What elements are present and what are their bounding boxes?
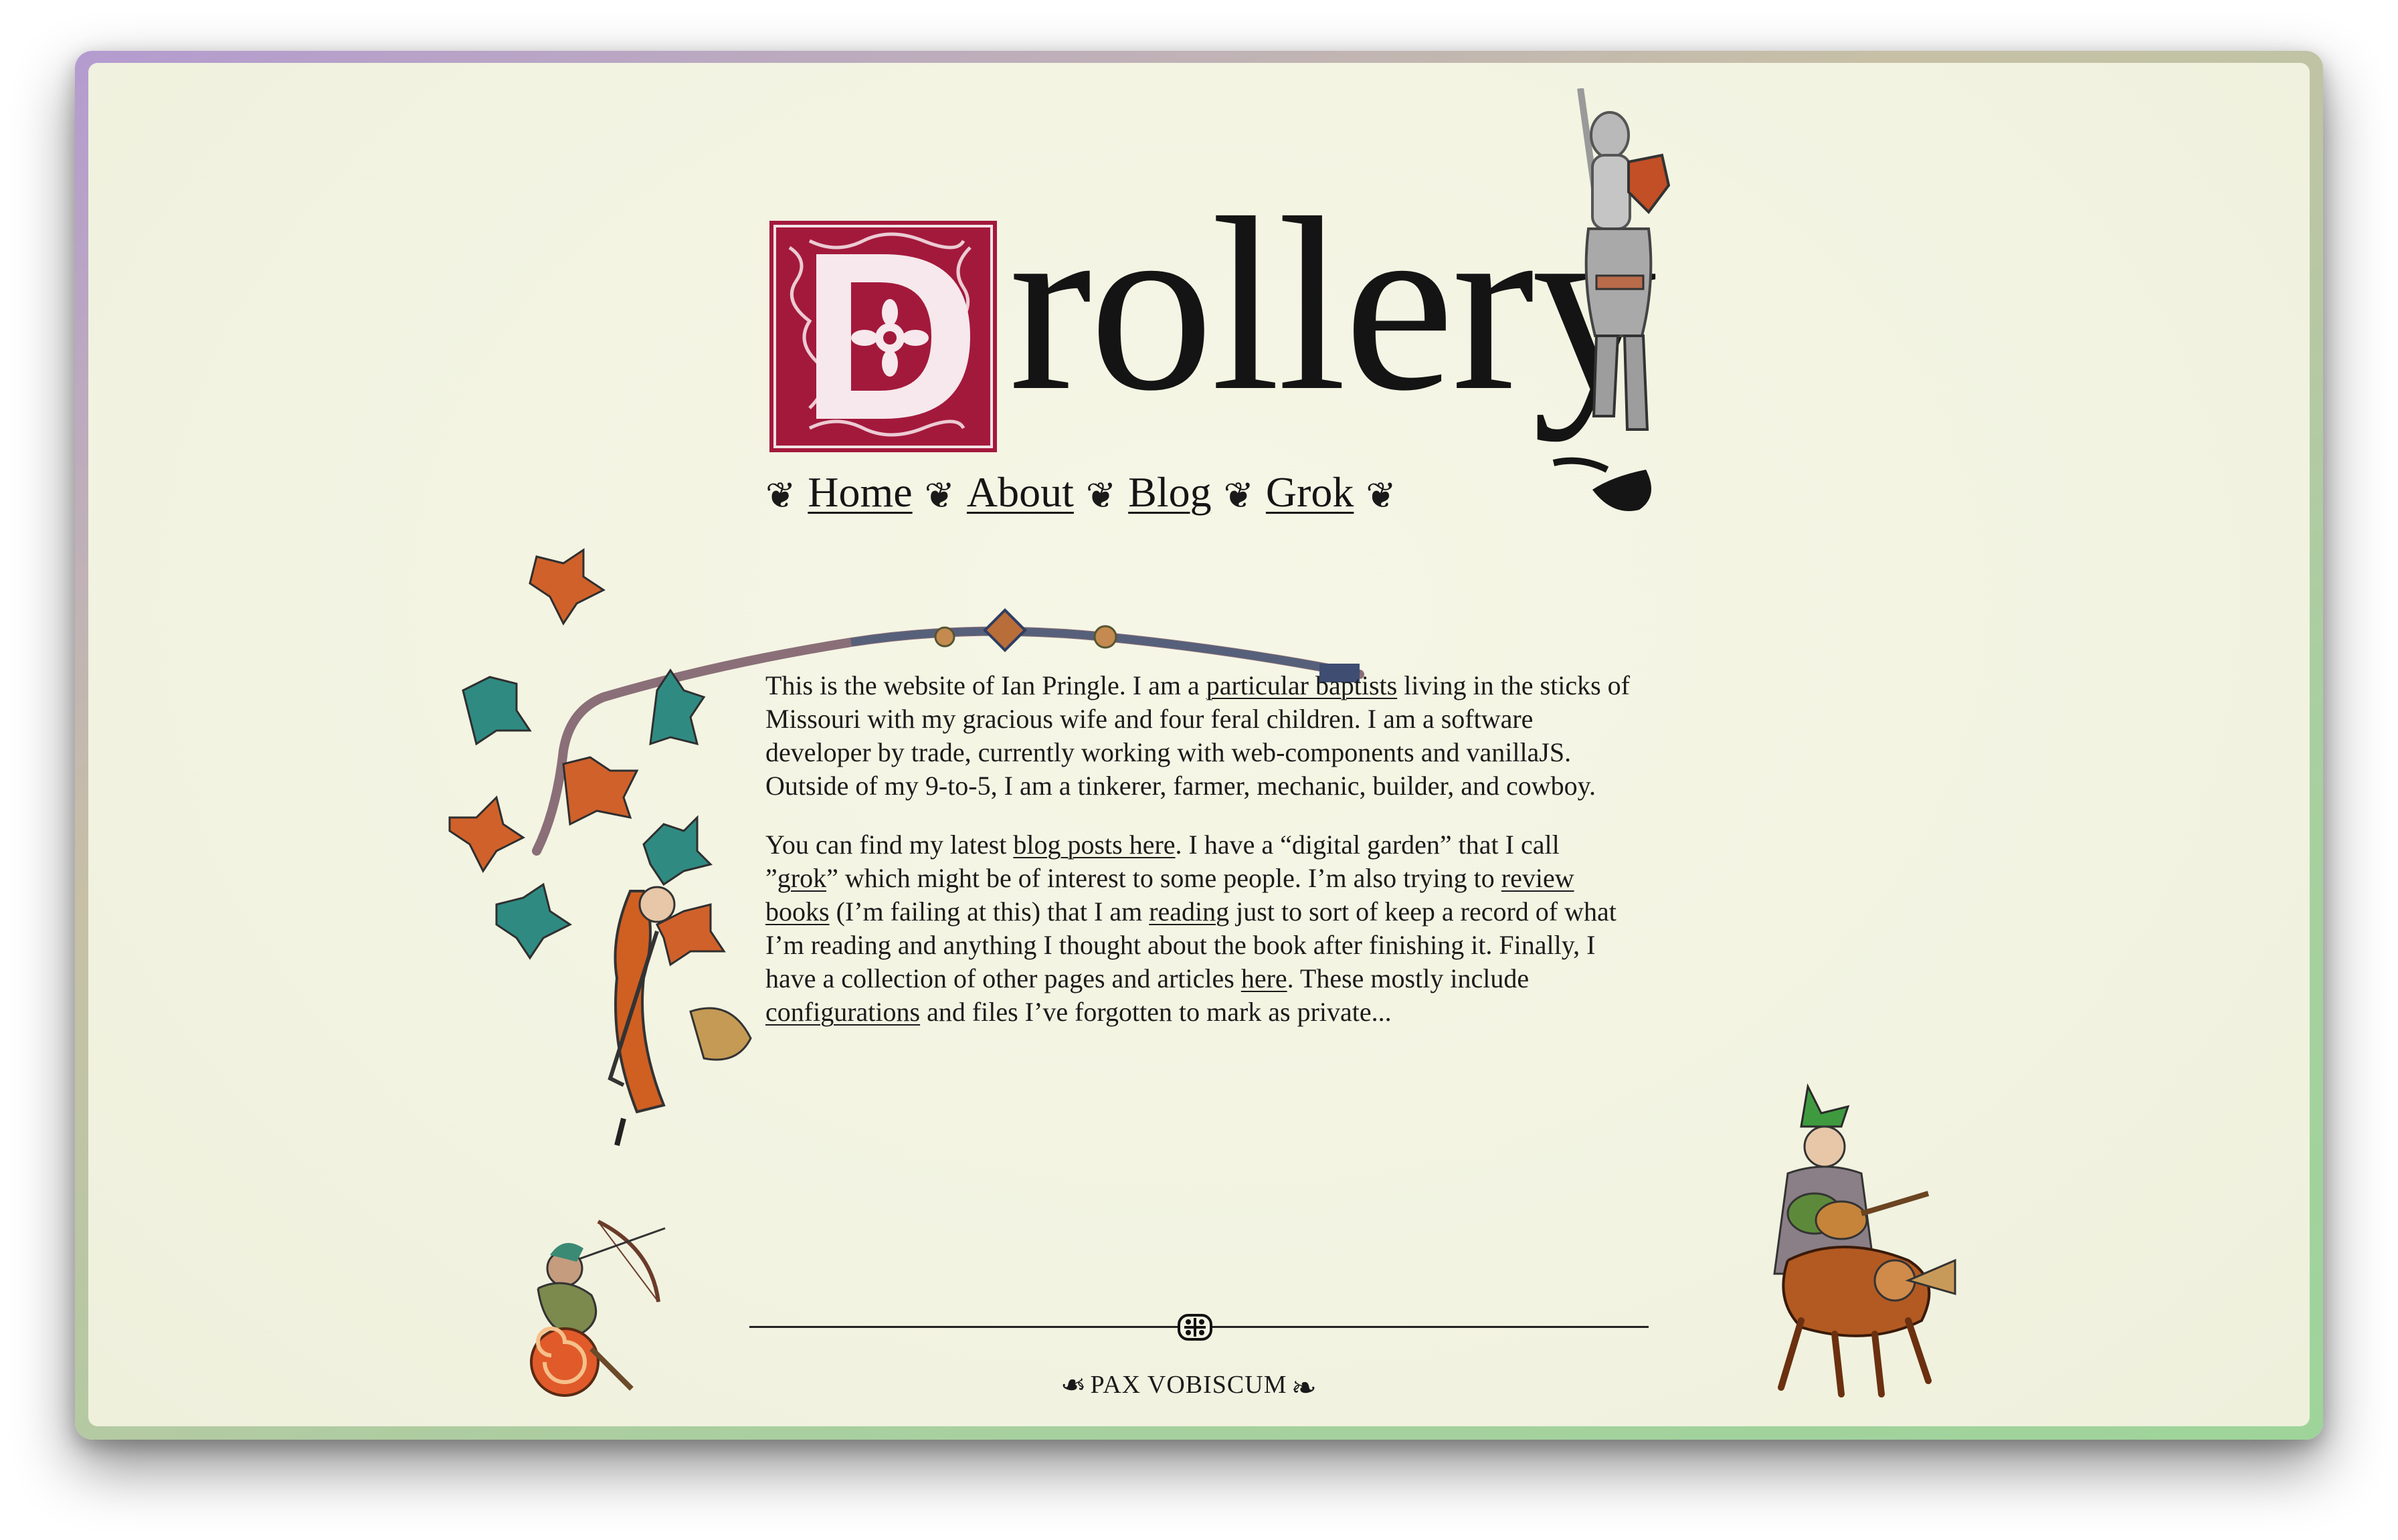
link-here[interactable]: here	[1241, 963, 1287, 993]
snail-archer-icon	[530, 1220, 666, 1397]
motto-text: PAX VOBISCUM	[1090, 1371, 1287, 1399]
link-configurations[interactable]: configurations	[765, 997, 920, 1027]
text-span: This is the website of Ian Pringle. I am…	[765, 670, 1206, 700]
link-particular-baptists[interactable]: particular baptists	[1206, 670, 1397, 700]
link-grok[interactable]: grok	[777, 863, 826, 893]
illuminated-initial	[769, 221, 997, 452]
nav-link-grok[interactable]: Grok	[1266, 468, 1354, 517]
link-blog-posts[interactable]: blog posts here	[1013, 830, 1175, 860]
link-reading[interactable]: reading	[1149, 896, 1229, 927]
fleuron-icon: ❦	[1085, 475, 1117, 516]
nav-link-home[interactable]: Home	[808, 468, 912, 517]
text-span: (I’m failing at this) that I am	[829, 896, 1149, 927]
knight-on-horse-icon	[1552, 88, 1671, 511]
flourish-right-icon: ❧	[1291, 1371, 1318, 1405]
flourish-left-icon: ❧	[1060, 1368, 1087, 1402]
fleuron-icon: ❦	[765, 475, 796, 516]
page: rollery ❦ Home ❦ About ❦ Blog ❦ Grok ❦ T…	[88, 63, 2310, 1426]
fleuron-icon: ❦	[924, 475, 955, 516]
knot-ornament-icon	[1178, 1314, 1212, 1341]
fleuron-icon: ❦	[1366, 475, 1396, 516]
lute-player-on-beast-icon	[1773, 1083, 1956, 1398]
text-span: You can find my latest	[765, 830, 1014, 860]
intro-paragraph: This is the website of Ian Pringle. I am…	[765, 669, 1635, 803]
fleuron-icon: ❦	[1223, 475, 1254, 516]
main-nav: ❦ Home ❦ About ❦ Blog ❦ Grok ❦	[765, 459, 1396, 526]
text-span: ” which might be of interest to some peo…	[826, 863, 1501, 893]
nav-link-blog[interactable]: Blog	[1128, 468, 1211, 517]
text-span: and files I’ve forgotten to mark as priv…	[920, 997, 1392, 1027]
nav-link-about[interactable]: About	[967, 468, 1074, 517]
footer-motto: ❧ PAX VOBISCUM ❧	[1060, 1365, 1317, 1405]
text-span: . These mostly include	[1287, 963, 1530, 993]
links-paragraph: You can find my latest blog posts here . …	[765, 828, 1635, 1029]
